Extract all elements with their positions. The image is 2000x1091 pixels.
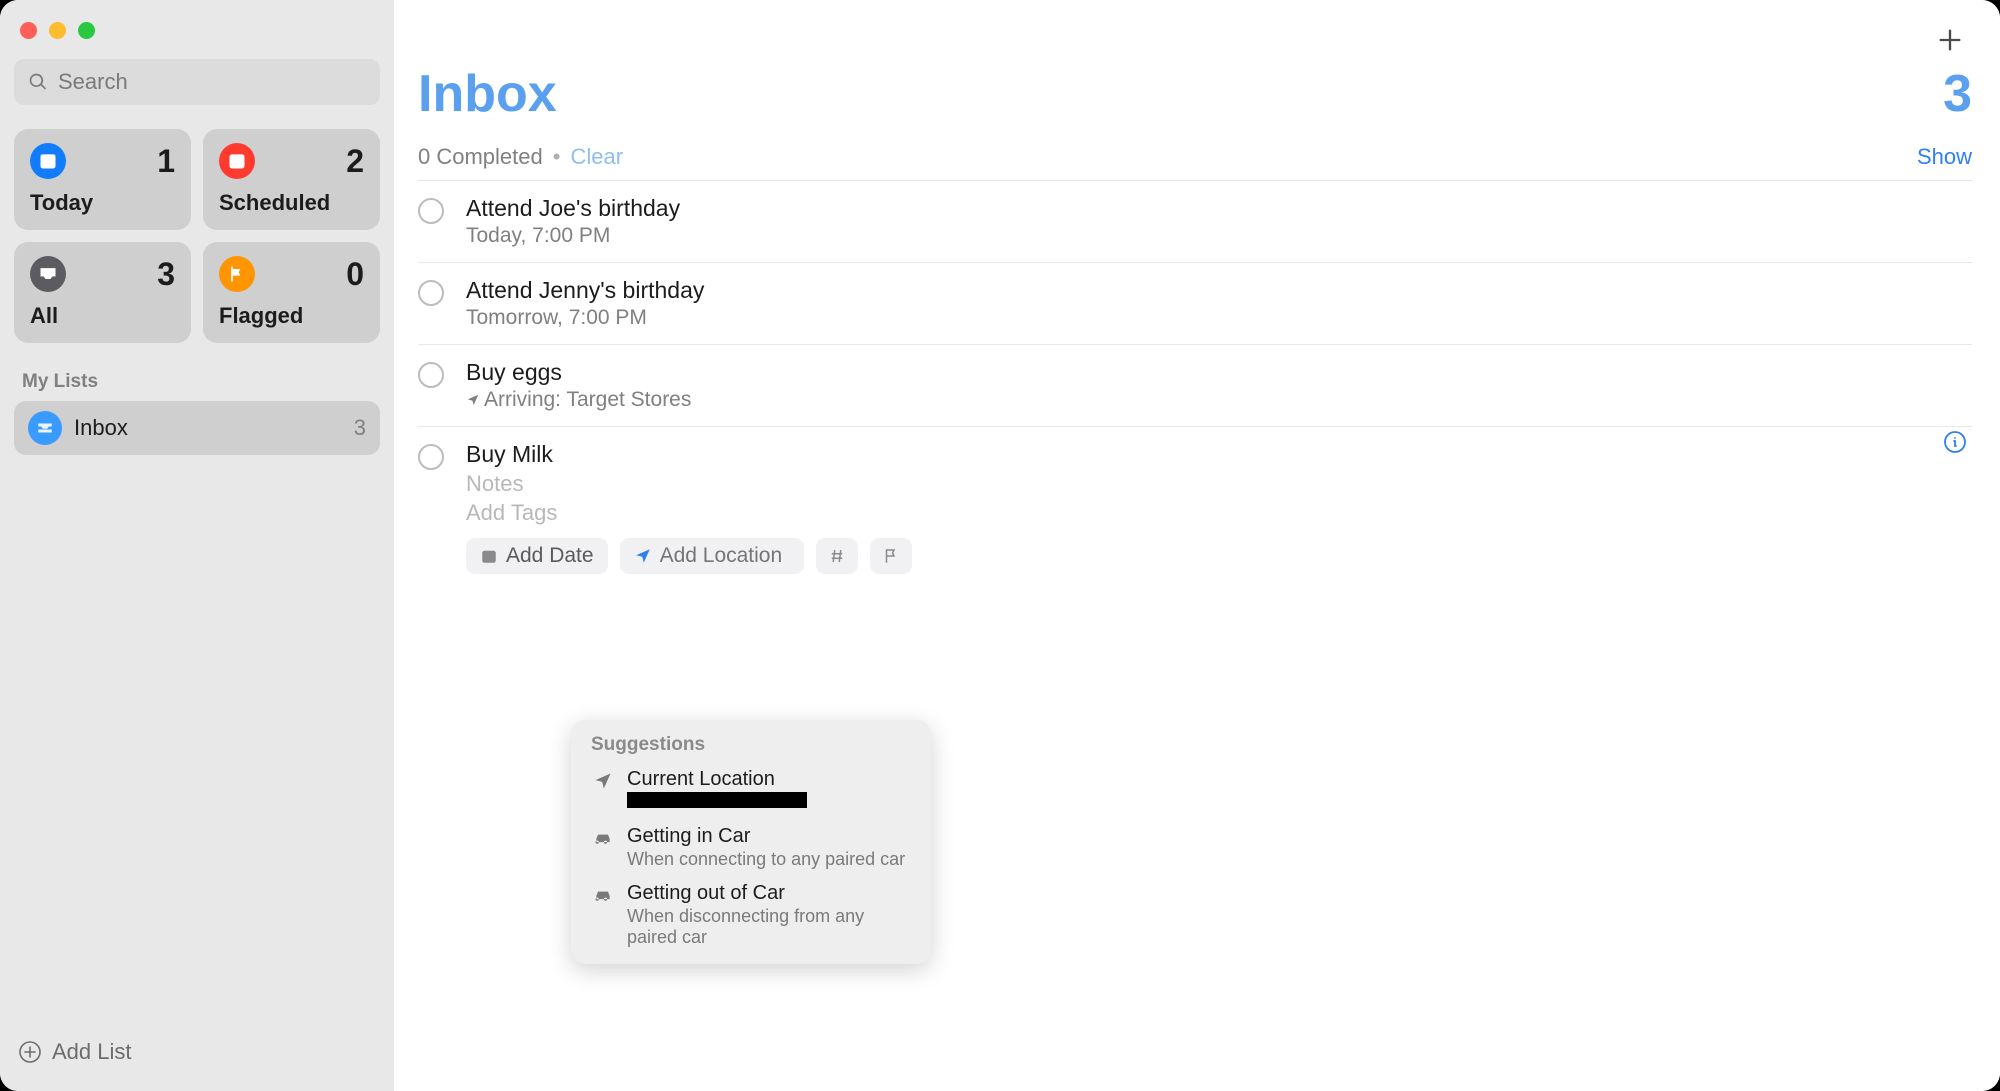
smart-flagged[interactable]: 0 Flagged (203, 242, 380, 343)
sidebar-section-title: My Lists (22, 371, 372, 393)
suggestion-getting-out-car[interactable]: Getting out of Car When disconnecting fr… (575, 876, 927, 954)
smart-today-label: Today (30, 190, 175, 216)
completed-count: 0 Completed (418, 144, 543, 170)
smart-all-label: All (30, 303, 175, 329)
tray-icon (30, 256, 66, 292)
reminder-row[interactable]: Buy eggs Arriving: Target Stores (418, 345, 1972, 427)
smart-scheduled-label: Scheduled (219, 190, 364, 216)
flag-pill[interactable] (870, 538, 912, 574)
location-arrow-icon (634, 547, 652, 565)
nav-arrow-icon (591, 771, 615, 791)
reminder-title: Attend Joe's birthday (466, 195, 1972, 222)
reminder-title: Buy eggs (466, 359, 1972, 386)
smart-scheduled-count: 2 (346, 143, 364, 180)
complete-checkbox[interactable] (418, 444, 444, 470)
reminders-list: Attend Joe's birthday Today, 7:00 PM Att… (418, 180, 1972, 590)
suggestion-subtitle: When connecting to any paired car (627, 849, 911, 870)
suggestion-subtitle (627, 792, 911, 813)
suggestion-title: Getting in Car (627, 825, 911, 848)
flag-outline-icon (882, 547, 900, 565)
suggestion-title: Getting out of Car (627, 882, 911, 905)
sidebar: Search 1 Today 2 Schedule (0, 0, 394, 1091)
info-button[interactable] (1942, 429, 1968, 455)
popover-heading: Suggestions (575, 734, 927, 762)
location-arrow-icon (466, 393, 480, 407)
quick-edit-pills: Add Date (466, 538, 1972, 574)
plus-icon (1936, 26, 1964, 54)
flag-icon (219, 256, 255, 292)
clear-completed-button[interactable]: Clear (570, 144, 623, 170)
zoom-window[interactable] (78, 22, 95, 39)
reminder-subtitle: Today, 7:00 PM (466, 224, 1972, 248)
list-icon (28, 411, 62, 445)
sidebar-list-name: Inbox (74, 415, 342, 441)
suggestion-subtitle: When disconnecting from any paired car (627, 906, 911, 948)
smart-today[interactable]: 1 Today (14, 129, 191, 230)
reminder-subtitle: Arriving: Target Stores (466, 388, 1972, 412)
notes-field[interactable]: Notes (466, 471, 1972, 497)
main-panel: Inbox 3 0 Completed • Clear Show Attend … (394, 0, 2000, 1091)
reminder-title: Attend Jenny's birthday (466, 277, 1972, 304)
reminders-window: Search 1 Today 2 Schedule (0, 0, 2000, 1091)
sidebar-list-inbox[interactable]: Inbox 3 (14, 401, 380, 455)
show-completed-button[interactable]: Show (1917, 144, 1972, 170)
add-location-pill[interactable] (620, 538, 804, 574)
smart-today-count: 1 (157, 143, 175, 180)
add-reminder-button[interactable] (1930, 20, 1970, 60)
smart-scheduled[interactable]: 2 Scheduled (203, 129, 380, 230)
minimize-window[interactable] (49, 22, 66, 39)
search-input[interactable]: Search (14, 59, 380, 105)
car-icon (591, 828, 615, 848)
search-placeholder: Search (58, 69, 128, 95)
smart-all[interactable]: 3 All (14, 242, 191, 343)
tags-field[interactable]: Add Tags (466, 500, 1972, 526)
editing-title[interactable]: Buy Milk (466, 441, 1972, 468)
reminder-row[interactable]: Attend Jenny's birthday Tomorrow, 7:00 P… (418, 263, 1972, 345)
separator-dot: • (553, 144, 561, 170)
smart-flagged-count: 0 (346, 256, 364, 293)
plus-circle-icon (18, 1040, 42, 1064)
reminder-subtitle: Tomorrow, 7:00 PM (466, 306, 1972, 330)
search-icon (28, 72, 48, 92)
info-circle-icon (1943, 430, 1967, 454)
car-icon (591, 885, 615, 905)
suggestion-current-location[interactable]: Current Location (575, 762, 927, 819)
complete-checkbox[interactable] (418, 362, 444, 388)
reminder-row-editing[interactable]: Buy Milk Notes Add Tags Add Date (418, 427, 1972, 590)
suggestion-title: Current Location (627, 768, 911, 791)
smart-flagged-label: Flagged (219, 303, 364, 329)
close-window[interactable] (20, 22, 37, 39)
location-suggestions-popover: Suggestions Current Location Getting in … (571, 720, 931, 964)
complete-checkbox[interactable] (418, 198, 444, 224)
add-date-label: Add Date (506, 544, 594, 568)
redacted-address (627, 792, 807, 808)
smart-lists-grid: 1 Today 2 Scheduled 3 (14, 129, 380, 343)
calendar-today-icon (30, 143, 66, 179)
page-title: Inbox (418, 64, 557, 124)
complete-checkbox[interactable] (418, 280, 444, 306)
reminder-row[interactable]: Attend Joe's birthday Today, 7:00 PM (418, 181, 1972, 263)
suggestion-getting-in-car[interactable]: Getting in Car When connecting to any pa… (575, 819, 927, 876)
calendar-icon (219, 143, 255, 179)
location-input[interactable] (660, 544, 790, 568)
hash-icon (828, 547, 846, 565)
add-list-label: Add List (52, 1039, 132, 1065)
page-count: 3 (1943, 64, 1972, 124)
smart-all-count: 3 (157, 256, 175, 293)
add-list-button[interactable]: Add List (14, 1033, 380, 1077)
sidebar-list-count: 3 (354, 415, 366, 441)
window-controls (14, 14, 380, 59)
add-date-pill[interactable]: Add Date (466, 538, 608, 574)
add-tag-pill[interactable] (816, 538, 858, 574)
calendar-small-icon (480, 547, 498, 565)
